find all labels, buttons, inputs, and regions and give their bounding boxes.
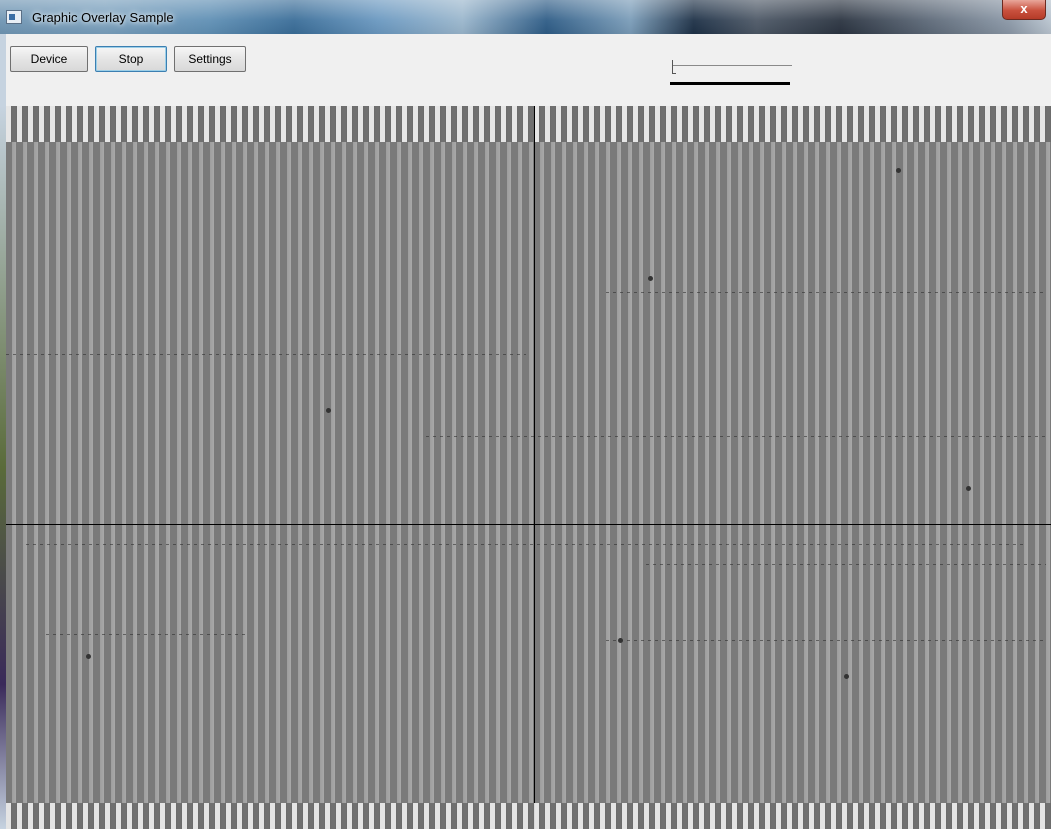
texture-speck bbox=[618, 638, 623, 643]
texture-line bbox=[646, 564, 1046, 565]
texture-line bbox=[426, 436, 1046, 437]
toolbar: Device Stop Settings bbox=[0, 34, 1051, 106]
app-window-icon bbox=[6, 10, 22, 24]
window-title: Graphic Overlay Sample bbox=[32, 10, 174, 25]
texture-line bbox=[46, 634, 246, 635]
settings-button[interactable]: Settings bbox=[174, 46, 246, 72]
close-button[interactable]: x bbox=[1002, 0, 1046, 20]
stop-button[interactable]: Stop bbox=[95, 46, 167, 72]
video-preview bbox=[6, 106, 1051, 829]
texture-line bbox=[606, 640, 1046, 641]
device-button[interactable]: Device bbox=[10, 46, 88, 72]
slider-track bbox=[672, 65, 792, 66]
texture-speck bbox=[896, 168, 901, 173]
texture-speck bbox=[648, 276, 653, 281]
slider-progress-bar bbox=[670, 82, 790, 85]
title-bar: Graphic Overlay Sample x bbox=[0, 0, 1051, 34]
close-icon: x bbox=[1020, 1, 1028, 16]
texture-speck bbox=[326, 408, 331, 413]
slider-thumb[interactable] bbox=[672, 60, 676, 74]
texture-speck bbox=[966, 486, 971, 491]
texture-speck bbox=[844, 674, 849, 679]
app-window: Graphic Overlay Sample x Device Stop Set… bbox=[0, 0, 1051, 829]
crosshair-horizontal-line bbox=[6, 524, 1051, 525]
texture-line bbox=[606, 292, 1046, 293]
texture-line bbox=[6, 354, 526, 355]
texture-line bbox=[26, 544, 1026, 545]
texture-speck bbox=[86, 654, 91, 659]
crosshair-vertical-line bbox=[534, 106, 535, 829]
slider[interactable] bbox=[666, 60, 796, 90]
